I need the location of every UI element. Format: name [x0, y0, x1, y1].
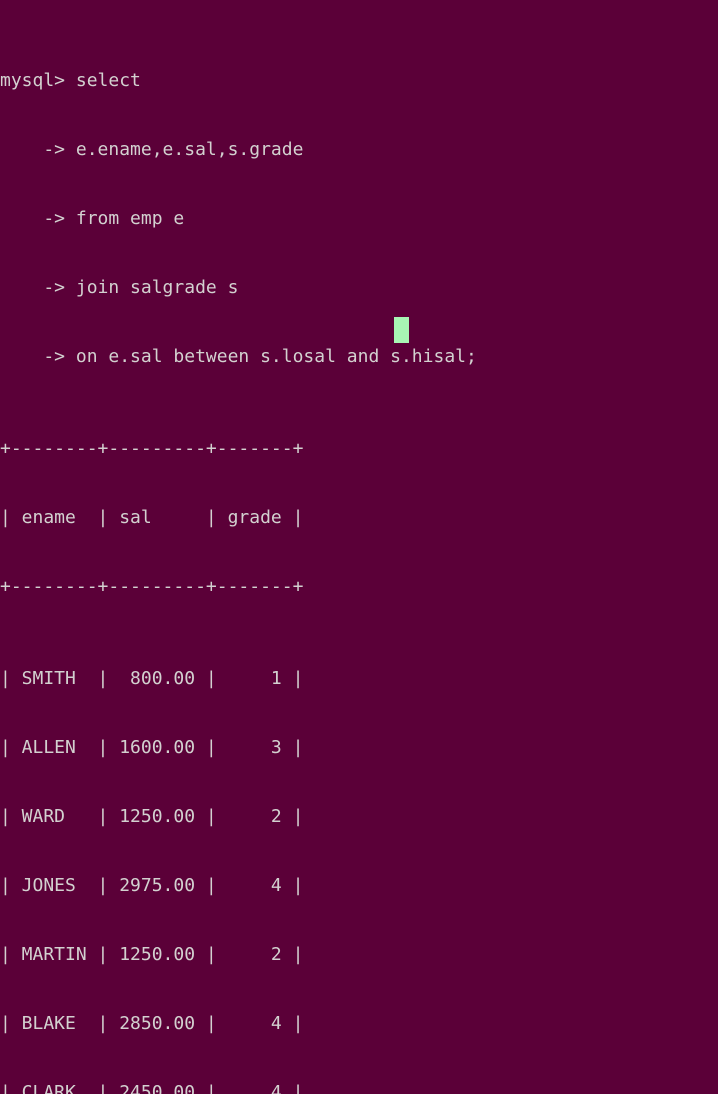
query-line-2: -> e.ename,e.sal,s.grade [0, 139, 304, 160]
query-line-5: -> on e.sal between s.losal and s.hisal; [0, 346, 477, 367]
table-row: | JONES | 2975.00 | 4 | [0, 875, 304, 896]
query-line-4: -> join salgrade s [0, 277, 239, 298]
table-border-top: +--------+---------+-------+ [0, 438, 304, 459]
terminal-window[interactable]: mysql> select -> e.ename,e.sal,s.grade -… [0, 0, 718, 1094]
query-line-3: -> from emp e [0, 208, 185, 229]
table-row: | CLARK | 2450.00 | 4 | [0, 1082, 304, 1094]
table-row: | ALLEN | 1600.00 | 3 | [0, 737, 304, 758]
table-border-header: +--------+---------+-------+ [0, 576, 304, 597]
table-row: | WARD | 1250.00 | 2 | [0, 806, 304, 827]
query-line-1: mysql> select [0, 70, 141, 91]
table-row: | SMITH | 800.00 | 1 | [0, 668, 304, 689]
text-cursor [394, 317, 409, 343]
table-row: | BLAKE | 2850.00 | 4 | [0, 1013, 304, 1034]
terminal-screen: mysql> select -> e.ename,e.sal,s.grade -… [0, 0, 718, 1094]
table-row: | MARTIN | 1250.00 | 2 | [0, 944, 304, 965]
table-header-row: | ename | sal | grade | [0, 507, 304, 528]
